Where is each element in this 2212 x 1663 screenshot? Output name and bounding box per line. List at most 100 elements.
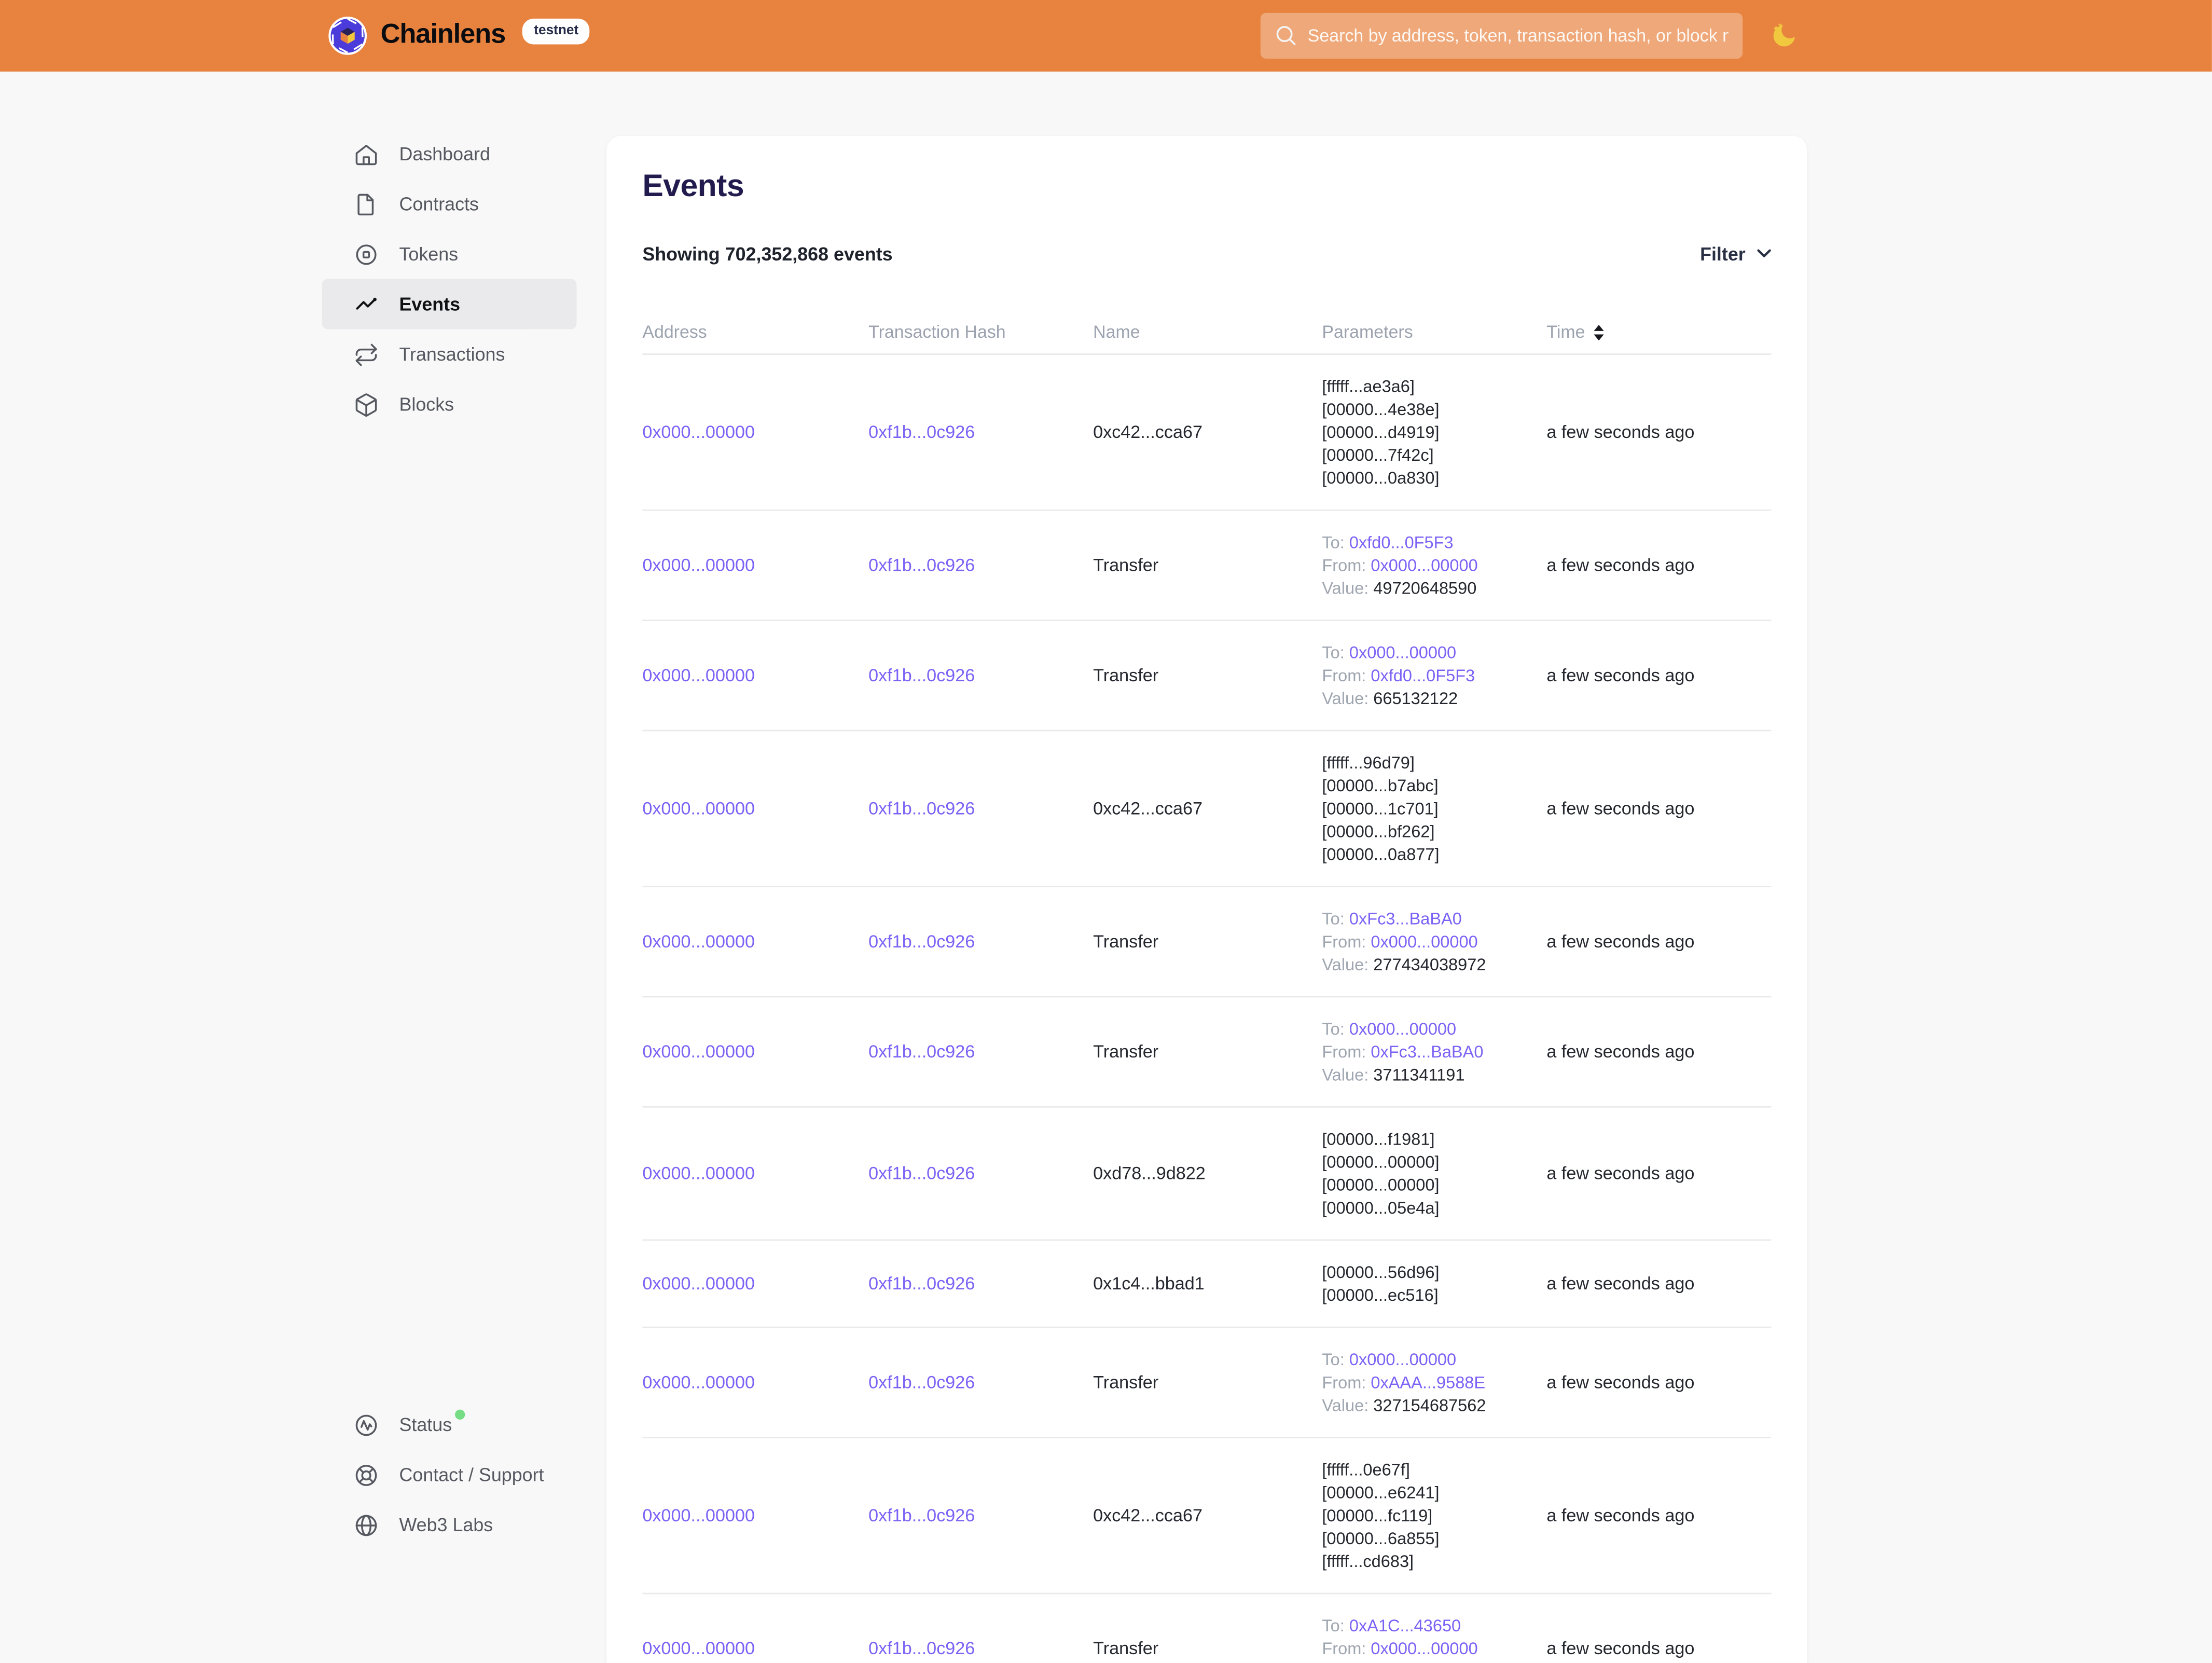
transfer-value: 665132122: [1373, 689, 1458, 709]
sidebar-item-contracts[interactable]: Contracts: [322, 179, 577, 229]
tx-hash-link[interactable]: 0xf1b...0c926: [868, 1639, 975, 1659]
to-address-link[interactable]: 0x000...00000: [1349, 642, 1456, 663]
param-topic: [00000...00000]: [1322, 1150, 1535, 1173]
tx-hash-link[interactable]: 0xf1b...0c926: [868, 1163, 975, 1184]
table-row: 0x000...000000xf1b...0c9260xd78...9d822[…: [642, 1108, 1771, 1241]
sort-icon: [1594, 324, 1603, 340]
sidebar-item-label: Contracts: [399, 193, 478, 214]
from-address-link[interactable]: 0x000...00000: [1371, 555, 1477, 575]
from-address-link[interactable]: 0x000...00000: [1371, 1639, 1477, 1659]
tx-hash-link[interactable]: 0xf1b...0c926: [868, 1274, 975, 1294]
tx-hash-link[interactable]: 0xf1b...0c926: [868, 555, 975, 575]
event-name: Transfer: [1093, 665, 1158, 685]
network-badge: testnet: [522, 19, 590, 45]
from-address-link[interactable]: 0xAAA...9588E: [1371, 1372, 1485, 1393]
lifebuoy-icon: [353, 1462, 379, 1488]
address-link[interactable]: 0x000...00000: [642, 1163, 755, 1184]
filter-button[interactable]: Filter: [1700, 242, 1771, 264]
table-row: 0x000...000000xf1b...0c926TransferTo: 0x…: [642, 887, 1771, 997]
address-link[interactable]: 0x000...00000: [642, 665, 755, 685]
event-parameters: [fffff...0e67f][00000...e6241][00000...f…: [1322, 1458, 1546, 1573]
address-link[interactable]: 0x000...00000: [642, 1372, 755, 1393]
address-link[interactable]: 0x000...00000: [642, 555, 755, 575]
sidebar-item-transactions[interactable]: Transactions: [322, 329, 577, 379]
sidebar-item-label: Status: [399, 1414, 452, 1435]
app-root: Chainlens testnet Dashboard Contracts Toke…: [0, 0, 2212, 1663]
chainlens-logo-icon: [328, 16, 368, 56]
param-topic: [00000...b7abc]: [1322, 774, 1535, 797]
sidebar-item-status[interactable]: Status: [322, 1399, 577, 1450]
brand-name: Chainlens: [381, 20, 506, 52]
address-link[interactable]: 0x000...00000: [642, 1042, 755, 1062]
tx-hash-link[interactable]: 0xf1b...0c926: [868, 799, 975, 819]
theme-toggle-button[interactable]: [1768, 20, 1800, 52]
tx-hash-link[interactable]: 0xf1b...0c926: [868, 931, 975, 952]
sidebar-item-label: Web3 Labs: [399, 1514, 493, 1535]
tx-hash-link[interactable]: 0xf1b...0c926: [868, 1042, 975, 1062]
home-icon: [353, 141, 379, 167]
address-link[interactable]: 0x000...00000: [642, 1505, 755, 1525]
param-label-to: To:: [1322, 1350, 1344, 1370]
to-address-link[interactable]: 0xA1C...43650: [1349, 1616, 1461, 1636]
sidebar-item-dashboard[interactable]: Dashboard: [322, 129, 577, 179]
sidebar-item-contact-support[interactable]: Contact / Support: [322, 1450, 577, 1500]
transfer-value: 3401474625: [1373, 1661, 1467, 1663]
column-label: Name: [1093, 322, 1140, 342]
event-time: a few seconds ago: [1546, 1163, 1771, 1184]
event-name: 0xc42...cca67: [1093, 799, 1202, 819]
sidebar-item-label: Events: [399, 293, 460, 314]
status-dot: [455, 1410, 465, 1420]
table-row: 0x000...000000xf1b...0c9260x1c4...bbad1[…: [642, 1241, 1771, 1328]
event-parameters: To: 0x000...00000From: 0xfd0...0F5F3Valu…: [1322, 641, 1546, 710]
to-address-link[interactable]: 0x000...00000: [1349, 1019, 1456, 1039]
address-link[interactable]: 0x000...00000: [642, 1639, 755, 1659]
tx-hash-link[interactable]: 0xf1b...0c926: [868, 1372, 975, 1393]
address-link[interactable]: 0x000...00000: [642, 799, 755, 819]
column-label: Address: [642, 322, 707, 342]
column-header-parameters: Parameters: [1322, 322, 1546, 342]
address-link[interactable]: 0x000...00000: [642, 1274, 755, 1294]
param-topic: [00000...00000]: [1322, 1174, 1535, 1197]
sidebar: Dashboard Contracts Tokens Events Transactio…: [322, 129, 577, 1631]
event-name: Transfer: [1093, 1042, 1158, 1062]
address-link[interactable]: 0x000...00000: [642, 422, 755, 443]
param-topic: [00000...56d96]: [1322, 1261, 1535, 1284]
to-address-link[interactable]: 0xfd0...0F5F3: [1349, 532, 1454, 553]
table-row: 0x000...00000 0xf1b...0c926 0xc42...cca67 […: [642, 1438, 1771, 1595]
sidebar-item-label: Transactions: [399, 343, 505, 365]
sidebar-item-web3-labs[interactable]: Web3 Labs: [322, 1500, 577, 1550]
to-address-link[interactable]: 0x000...00000: [1349, 1350, 1456, 1370]
sidebar-item-tokens[interactable]: Tokens: [322, 229, 577, 279]
to-address-link[interactable]: 0xFc3...BaBA0: [1349, 909, 1462, 929]
event-time: a few seconds ago: [1546, 799, 1771, 819]
sidebar-item-events[interactable]: Events: [322, 279, 577, 329]
event-name: Transfer: [1093, 931, 1158, 952]
column-header-time[interactable]: Time: [1546, 322, 1771, 342]
event-name: 0xc42...cca67: [1093, 1505, 1202, 1525]
cube-icon: [353, 391, 379, 417]
from-address-link[interactable]: 0xFc3...BaBA0: [1371, 1042, 1483, 1062]
search-input[interactable]: [1261, 13, 1743, 59]
event-time: a few seconds ago: [1546, 1505, 1771, 1525]
brand-logo-link[interactable]: Chainlens testnet: [328, 16, 590, 56]
event-parameters: [00000...56d96][00000...ec516]: [1322, 1261, 1546, 1307]
param-label-to: To:: [1322, 1616, 1344, 1636]
param-label-value: Value:: [1322, 1395, 1368, 1415]
from-address-link[interactable]: 0xfd0...0F5F3: [1371, 665, 1475, 685]
results-meta-row: Showing 702,352,868 events Filter: [642, 239, 1771, 268]
tx-hash-link[interactable]: 0xf1b...0c926: [868, 665, 975, 685]
tx-hash-link[interactable]: 0xf1b...0c926: [868, 1505, 975, 1525]
column-header-name: Name: [1093, 322, 1322, 342]
param-label-to: To:: [1322, 642, 1344, 663]
event-time: a few seconds ago: [1546, 931, 1771, 952]
param-topic: [00000...4e38e]: [1322, 398, 1535, 421]
status-pulse-icon: [353, 1412, 379, 1438]
tx-hash-link[interactable]: 0xf1b...0c926: [868, 422, 975, 443]
token-icon: [353, 241, 379, 267]
param-topic: [00000...6a855]: [1322, 1527, 1535, 1550]
param-label-value: Value:: [1322, 955, 1368, 975]
param-label-value: Value:: [1322, 1065, 1368, 1085]
sidebar-item-blocks[interactable]: Blocks: [322, 379, 577, 430]
address-link[interactable]: 0x000...00000: [642, 931, 755, 952]
from-address-link[interactable]: 0x000...00000: [1371, 931, 1477, 952]
